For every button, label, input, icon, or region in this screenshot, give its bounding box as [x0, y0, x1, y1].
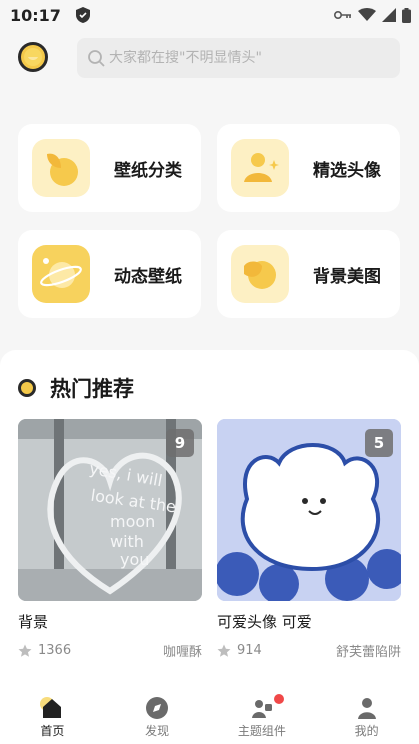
- tab-profile[interactable]: 我的: [314, 688, 419, 744]
- live-wallpaper-icon: [32, 245, 90, 303]
- search-icon: [88, 50, 105, 67]
- discover-icon: [144, 696, 170, 720]
- item-thumbnail[interactable]: yes, i will look at the moon with you 9: [18, 419, 202, 601]
- author-name[interactable]: 舒芙蕾陷阱: [336, 641, 401, 660]
- star-icon: [18, 644, 32, 657]
- user-avatar[interactable]: [18, 42, 48, 72]
- category-background[interactable]: 背景美图: [217, 230, 400, 318]
- signal-icon: [382, 8, 396, 22]
- category-label: 背景美图: [313, 266, 381, 287]
- category-label: 壁纸分类: [114, 160, 182, 181]
- image-count-badge: 5: [365, 429, 393, 457]
- svg-text:you: you: [120, 550, 149, 569]
- svg-text:moon: moon: [110, 512, 155, 531]
- category-label: 精选头像: [313, 160, 381, 181]
- tab-home[interactable]: 首页: [0, 688, 105, 744]
- image-count-badge: 9: [166, 429, 194, 457]
- search-input[interactable]: [109, 50, 389, 66]
- status-time: 10:17: [10, 5, 61, 25]
- section-header: 热门推荐: [18, 373, 134, 403]
- like-count: 1366: [38, 643, 72, 658]
- search-bar[interactable]: [77, 38, 400, 78]
- top-row: [0, 38, 419, 80]
- smile-icon: [24, 48, 42, 66]
- section-title: 热门推荐: [50, 377, 134, 401]
- category-wallpaper[interactable]: 壁纸分类: [18, 124, 201, 212]
- item-meta: 1366 咖喱酥: [18, 641, 202, 660]
- bottom-tab-bar: 首页 发现 主题组件 我的: [0, 688, 419, 744]
- profile-icon: [354, 696, 380, 720]
- battery-icon: [402, 7, 411, 23]
- status-bar: 10:17: [0, 0, 419, 30]
- tab-label: 我的: [354, 724, 379, 738]
- tab-label: 发现: [145, 724, 170, 738]
- status-icons: [334, 7, 411, 23]
- recommend-item[interactable]: 5 可爱头像 可爱 914 舒芙蕾陷阱: [217, 419, 401, 660]
- wallpaper-category-icon: [32, 139, 90, 197]
- tab-widgets[interactable]: 主题组件: [210, 688, 315, 744]
- svg-text:with: with: [110, 532, 144, 551]
- recommend-item[interactable]: yes, i will look at the moon with you 9 …: [18, 419, 202, 660]
- key-icon: [334, 11, 351, 19]
- category-avatar[interactable]: 精选头像: [217, 124, 400, 212]
- author-name[interactable]: 咖喱酥: [163, 641, 202, 660]
- notification-dot: [273, 694, 284, 704]
- background-image-icon: [231, 245, 289, 303]
- category-label: 动态壁纸: [114, 266, 182, 287]
- section-dot-icon: [18, 379, 36, 397]
- category-live-wallpaper[interactable]: 动态壁纸: [18, 230, 201, 318]
- widgets-icon: [249, 696, 275, 720]
- like-count: 914: [237, 643, 262, 658]
- item-title: 可爱头像 可爱: [217, 613, 312, 631]
- tab-label: 首页: [40, 724, 65, 738]
- tab-label: 主题组件: [237, 724, 286, 738]
- item-meta: 914 舒芙蕾陷阱: [217, 641, 401, 660]
- home-icon: [39, 696, 65, 720]
- shield-icon: [75, 7, 90, 23]
- tab-discover[interactable]: 发现: [105, 688, 210, 744]
- item-thumbnail[interactable]: 5: [217, 419, 401, 601]
- item-title: 背景: [18, 613, 49, 631]
- wifi-icon: [358, 8, 376, 21]
- star-icon: [217, 644, 231, 657]
- featured-avatar-icon: [231, 139, 289, 197]
